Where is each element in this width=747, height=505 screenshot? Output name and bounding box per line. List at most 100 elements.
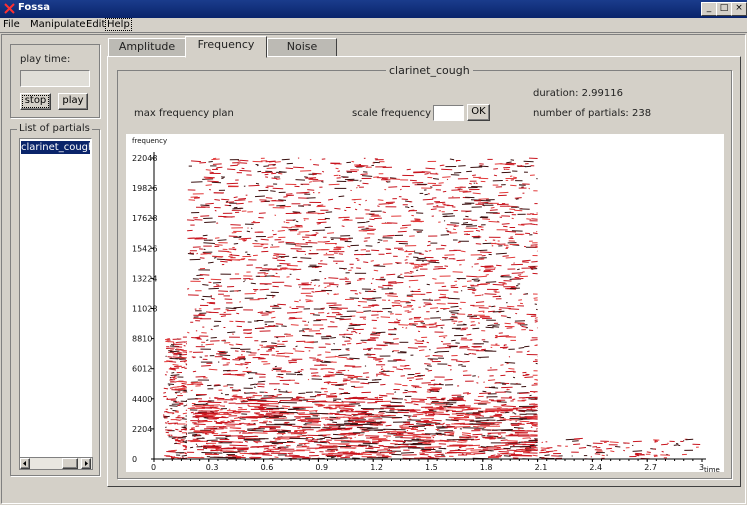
partial-track [386, 405, 406, 408]
partial-track [199, 162, 207, 164]
close-button[interactable]: × [731, 2, 747, 16]
partial-track [472, 174, 476, 176]
scroll-thumb[interactable] [62, 458, 78, 469]
partial-track [314, 391, 322, 393]
partial-track [255, 413, 260, 415]
partial-track [221, 177, 224, 180]
scroll-left-button[interactable] [20, 458, 30, 469]
partial-track [470, 166, 483, 168]
partial-track [398, 324, 409, 326]
partial-track [336, 246, 345, 248]
partial-track [233, 196, 238, 199]
partial-track [328, 183, 340, 186]
horizontal-scrollbar[interactable] [19, 457, 93, 470]
partial-track [214, 199, 220, 201]
partial-track [524, 165, 532, 168]
partial-track [488, 386, 499, 389]
list-item[interactable]: clarinet_cough [21, 141, 90, 154]
partial-track [168, 361, 177, 363]
partial-track [526, 218, 532, 220]
partial-track [414, 265, 423, 268]
partial-track [445, 227, 448, 230]
partial-track [281, 325, 287, 327]
scale-input[interactable] [433, 105, 464, 121]
partial-track [422, 410, 433, 413]
menu-file[interactable]: File [3, 19, 20, 30]
tab-noise[interactable]: Noise [267, 38, 337, 57]
stop-button[interactable]: stop [20, 93, 51, 110]
partial-track [472, 433, 483, 436]
ok-button[interactable]: OK [467, 104, 490, 121]
partial-track [346, 282, 352, 285]
partial-track [260, 397, 276, 400]
partial-track [323, 240, 330, 243]
title-bar: Fossa _ □ × [0, 0, 747, 18]
scroll-right-button[interactable] [81, 458, 91, 469]
partial-track [413, 275, 425, 277]
partial-track [195, 376, 206, 378]
tab-amplitude[interactable]: Amplitude [108, 38, 186, 57]
partial-track [170, 456, 176, 458]
partial-track [410, 220, 423, 223]
partial-track [378, 360, 383, 363]
partial-track [270, 275, 281, 278]
partial-track [606, 447, 612, 450]
menu-manipulate[interactable]: Manipulate [30, 19, 86, 30]
partial-track [332, 399, 337, 402]
partial-track [429, 173, 439, 175]
partial-track [349, 357, 360, 360]
partial-track [264, 297, 268, 300]
maximize-button[interactable]: □ [716, 2, 732, 16]
partial-track [282, 383, 290, 385]
partial-track [248, 184, 260, 187]
partial-track [517, 268, 520, 271]
tab-frequency[interactable]: Frequency [185, 36, 267, 58]
partial-track [175, 348, 177, 351]
partial-track [180, 438, 185, 441]
partial-track [194, 336, 201, 339]
partial-track [220, 315, 226, 317]
partial-track [385, 411, 398, 414]
partial-track [248, 432, 268, 434]
partial-track [477, 376, 480, 378]
partial-track [163, 387, 169, 390]
partial-track [511, 272, 523, 274]
partial-track [192, 370, 197, 373]
partial-track [510, 286, 517, 289]
menu-help[interactable]: Help [105, 18, 132, 31]
partial-track [406, 429, 409, 432]
play-button[interactable]: play [58, 93, 88, 110]
partial-track [444, 379, 453, 381]
partial-track [458, 446, 462, 449]
partial-track [424, 433, 446, 435]
partial-track [530, 421, 538, 424]
partial-track [271, 172, 277, 175]
partial-track [238, 198, 247, 200]
minimize-button[interactable]: _ [701, 2, 717, 16]
partial-track [199, 257, 205, 259]
partial-track [274, 365, 277, 368]
partial-track [344, 365, 355, 367]
partial-track [506, 305, 515, 308]
partial-track [369, 334, 381, 336]
partial-track [393, 327, 397, 330]
partial-track [457, 404, 466, 407]
partial-track [322, 427, 331, 429]
partial-track [410, 299, 416, 302]
frequency-plot[interactable]: 0 2204 4400 6012 8810 11028 13224 15426 17628 198… [126, 134, 724, 474]
partial-track [327, 293, 330, 295]
playtime-field[interactable] [20, 70, 90, 87]
partial-track [292, 219, 296, 221]
partial-track [200, 206, 210, 208]
partial-track [274, 439, 281, 441]
partial-track [508, 308, 520, 310]
partial-track [453, 225, 459, 227]
partial-track [458, 439, 468, 442]
partial-track [451, 410, 456, 412]
partial-track [504, 411, 510, 414]
partials-list[interactable]: clarinet_cough [19, 138, 92, 458]
menu-edit[interactable]: Edit [86, 19, 105, 30]
partial-track [230, 419, 241, 422]
partial-track [207, 261, 214, 264]
partial-track [242, 239, 248, 241]
